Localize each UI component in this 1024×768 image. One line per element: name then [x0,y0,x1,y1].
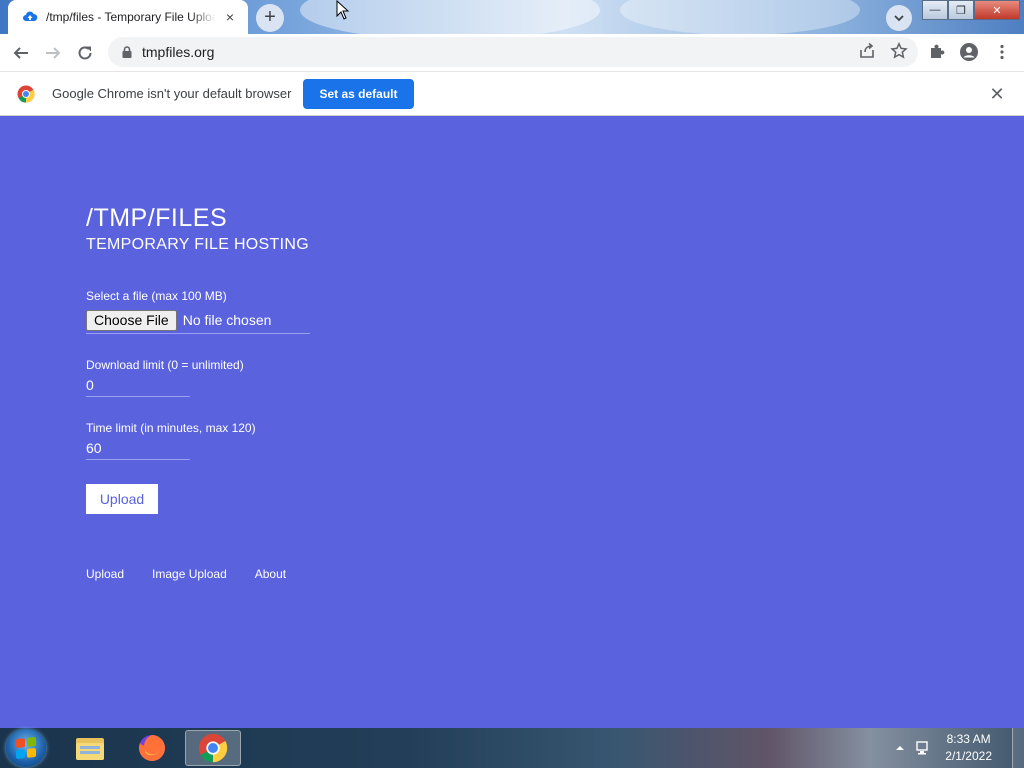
chrome-menu-button[interactable] [987,37,1017,67]
windows-taskbar: 8:33 AM 2/1/2022 [0,728,1024,768]
folder-icon [76,738,104,760]
system-tray: 8:33 AM 2/1/2022 [895,728,1024,768]
reload-button[interactable] [69,37,101,69]
extensions-button[interactable] [922,37,952,67]
url-text: tmpfiles.org [142,44,215,60]
file-status-text: No file chosen [182,312,272,328]
avatar-icon [960,43,978,61]
tab-title: /tmp/files - Temporary File Upload [46,10,216,24]
footer-nav: Upload Image Upload About [86,567,286,581]
infobar-close-icon[interactable]: ✕ [987,84,1007,104]
browser-toolbar: tmpfiles.org [0,34,1024,71]
cloud-upload-icon [23,11,38,21]
default-browser-infobar: Google Chrome isn't your default browser… [0,71,1024,116]
taskbar-clock[interactable]: 8:33 AM 2/1/2022 [945,731,992,765]
profile-button[interactable] [954,37,984,67]
puzzle-icon [931,44,945,58]
share-icon[interactable] [858,42,876,60]
file-input: Choose File No file chosen [86,307,310,334]
windows-logo-icon [16,736,36,760]
clock-date: 2/1/2022 [945,749,992,763]
footer-link-image-upload[interactable]: Image Upload [152,567,227,581]
arrow-right-icon [46,46,61,59]
taskbar-chrome[interactable] [185,730,241,766]
forward-button[interactable] [37,37,69,69]
time-limit-label: Time limit (in minutes, max 120) [86,421,256,435]
taskbar-file-explorer[interactable] [62,730,118,766]
kebab-menu-icon [1000,44,1004,60]
chrome-icon [198,733,228,763]
page-subtitle: TEMPORARY FILE HOSTING [86,236,309,253]
back-button[interactable] [5,37,37,69]
page-title: /TMP/FILES [86,204,228,232]
chevron-down-icon [894,15,904,22]
choose-file-button[interactable]: Choose File [86,309,177,331]
taskbar-firefox[interactable] [124,730,180,766]
file-label: Select a file (max 100 MB) [86,289,227,303]
network-icon[interactable] [915,740,931,756]
footer-link-about[interactable]: About [255,567,286,581]
download-limit-input[interactable]: 0 [86,375,190,397]
tab-tmpfiles[interactable]: /tmp/files - Temporary File Upload × [8,0,248,34]
address-bar[interactable]: tmpfiles.org [108,37,918,67]
minimize-button[interactable]: — [922,0,948,20]
lock-icon [122,46,132,58]
tab-strip: /tmp/files - Temporary File Upload × + —… [0,0,1024,34]
arrow-left-icon [13,46,28,59]
start-button[interactable] [6,729,46,767]
mouse-cursor-icon [336,0,350,20]
clock-time: 8:33 AM [946,732,991,746]
window-controls: — ❐ ✕ [922,0,1020,20]
wallpaper-cloud [620,0,860,34]
show-desktop-button[interactable] [1012,728,1024,768]
window-close-button[interactable]: ✕ [974,0,1020,20]
infobar-message: Google Chrome isn't your default browser [52,86,292,101]
chevron-up-icon[interactable] [895,743,905,753]
bookmark-star-icon[interactable] [890,42,908,60]
time-limit-input[interactable]: 60 [86,438,190,460]
tab-close-icon[interactable]: × [222,9,238,25]
reload-icon [78,45,92,59]
page-content: /TMP/FILES TEMPORARY FILE HOSTING Select… [0,116,1024,728]
set-as-default-button[interactable]: Set as default [303,78,414,109]
omnibox-actions [858,42,908,60]
maximize-button[interactable]: ❐ [948,0,974,20]
firefox-icon [139,735,165,761]
download-limit-label: Download limit (0 = unlimited) [86,358,244,372]
upload-button[interactable]: Upload [86,484,158,514]
new-tab-button[interactable]: + [256,4,284,32]
chrome-logo-icon [17,85,35,103]
footer-link-upload[interactable]: Upload [86,567,124,581]
tab-search-button[interactable] [886,5,912,31]
